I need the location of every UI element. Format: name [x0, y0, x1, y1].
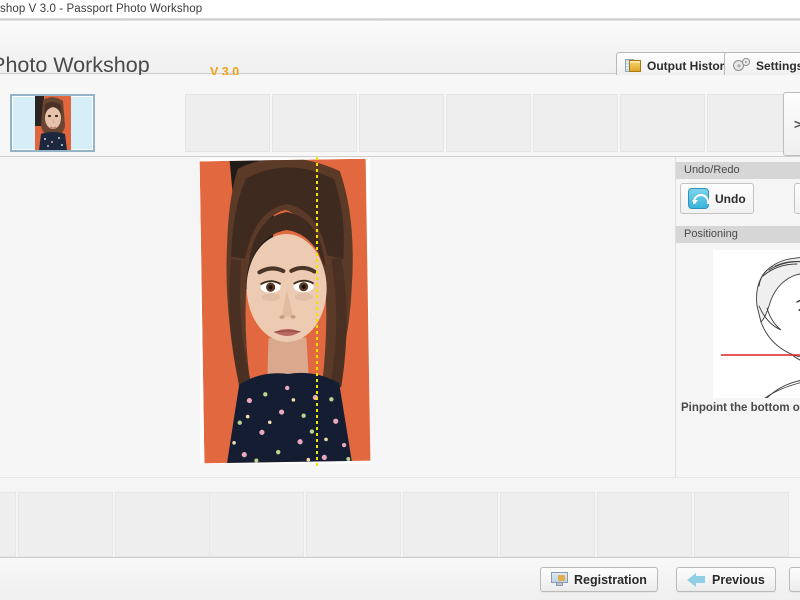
- thumbnail-slot-selected[interactable]: [10, 94, 95, 152]
- redo-button[interactable]: Redo: [794, 183, 800, 214]
- thumbnail-next-button[interactable]: >: [783, 92, 800, 156]
- footer-bar: Registration Previous Next: [0, 558, 800, 600]
- undo-redo-section-header: Undo/Redo: [676, 162, 800, 179]
- positioning-instruction: Pinpoint the bottom of th: [681, 402, 800, 414]
- thumbnail-slot-empty[interactable]: [359, 94, 444, 152]
- right-side-panel: Undo/Redo Undo Redo Positioning: [675, 157, 800, 477]
- guide-line-red: [0, 217, 675, 219]
- face-guide-illustration: [713, 250, 800, 398]
- registration-label: Registration: [574, 572, 647, 587]
- window-titlebar: shop V 3.0 - Passport Photo Workshop: [0, 0, 800, 19]
- window-title: shop V 3.0 - Passport Photo Workshop: [0, 3, 203, 15]
- undo-label: Undo: [715, 191, 746, 206]
- bottom-slot[interactable]: [18, 492, 113, 557]
- photo-frame[interactable]: [199, 158, 371, 464]
- application-window: shop V 3.0 - Passport Photo Workshop rt …: [0, 0, 800, 600]
- app-header: rt Photo Workshop V 3.0 Output History S…: [0, 21, 800, 79]
- thumbnail-slot-empty[interactable]: [272, 94, 357, 152]
- bottom-slot[interactable]: [209, 492, 304, 557]
- monitor-icon: [551, 572, 568, 587]
- photo-canvas[interactable]: [0, 157, 675, 477]
- positioning-section-header: Positioning: [676, 226, 800, 243]
- chevron-right-icon: >: [793, 116, 800, 132]
- thumbnail-photo: [34, 96, 71, 150]
- thumbnail-slot-empty[interactable]: [620, 94, 705, 152]
- thumbnail-slot-empty[interactable]: [446, 94, 531, 152]
- thumbnail-slot-empty[interactable]: [185, 94, 270, 152]
- guide-line-yellow: [0, 256, 675, 258]
- undo-button[interactable]: Undo: [680, 183, 754, 214]
- positioning-diagram: [713, 250, 800, 398]
- previous-label: Previous: [712, 572, 765, 587]
- undo-icon: [688, 188, 709, 209]
- bottom-slot[interactable]: [115, 492, 210, 557]
- thumbnail-slot-empty[interactable]: [707, 94, 792, 152]
- bottom-slot[interactable]: [500, 492, 595, 557]
- guide-line-vertical: [316, 157, 318, 467]
- bottom-slot[interactable]: [306, 492, 401, 557]
- bottom-slot-strip: [0, 477, 800, 558]
- previous-button[interactable]: Previous: [676, 567, 776, 592]
- next-button[interactable]: Next: [789, 567, 800, 592]
- bottom-slot[interactable]: [403, 492, 498, 557]
- bottom-slot[interactable]: [597, 492, 692, 557]
- gear-icon: [733, 58, 751, 73]
- portrait-photo: [199, 158, 371, 464]
- registration-button[interactable]: Registration: [540, 567, 658, 592]
- folder-icon: [625, 58, 642, 73]
- bottom-slot[interactable]: [0, 492, 16, 557]
- photo-image: [199, 158, 371, 464]
- bottom-slot[interactable]: [694, 492, 789, 557]
- thumbnail-photo-image: [34, 96, 71, 150]
- thumbnail-strip: [0, 75, 800, 157]
- arrow-left-icon: [687, 572, 706, 587]
- settings-label: Settings: [756, 58, 800, 73]
- thumbnail-slot-empty[interactable]: [533, 94, 618, 152]
- output-history-label: Output History: [647, 58, 731, 73]
